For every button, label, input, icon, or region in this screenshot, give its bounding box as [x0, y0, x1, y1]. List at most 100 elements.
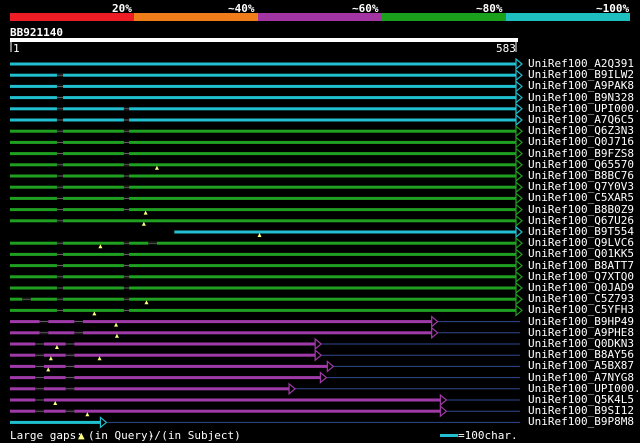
hit-row[interactable]	[10, 416, 520, 429]
hit-arrow-icon	[515, 147, 523, 160]
query-gap-marker-icon	[154, 165, 159, 170]
hit-alignment-bar	[10, 420, 101, 424]
query-bar	[10, 38, 518, 42]
hit-label[interactable]: UniRef100_B9HP49	[528, 316, 634, 327]
hit-label[interactable]: UniRef100_B9N328	[528, 92, 634, 103]
query-gap-marker-icon	[46, 367, 51, 372]
legend-scale-label: =100char.	[458, 429, 518, 442]
hit-label[interactable]: UniRef100_B9P8M8	[528, 416, 634, 427]
hit-alignment-bar	[10, 107, 516, 111]
hit-row[interactable]	[10, 382, 520, 396]
hit-label[interactable]: UniRef100_B8ATT7	[528, 260, 634, 271]
hit-row[interactable]	[10, 348, 520, 362]
hit-alignment-bar	[10, 331, 432, 335]
query-gap-marker-icon	[144, 300, 149, 305]
hit-row[interactable]	[10, 136, 523, 149]
query-gap-marker-icon	[97, 356, 102, 361]
hit-label[interactable]: UniRef100_B9FZS8	[528, 148, 634, 159]
hit-arrow-icon	[314, 337, 323, 351]
hit-alignment-bar	[10, 219, 516, 223]
hit-alignment-bar	[10, 196, 516, 200]
hit-row[interactable]	[10, 180, 523, 194]
hit-arrow-icon	[515, 169, 523, 183]
hit-label[interactable]: UniRef100_A7NYG8	[528, 372, 634, 383]
hit-alignment-bar	[10, 152, 516, 156]
hit-label[interactable]: UniRef100_Q01KK5	[528, 248, 634, 259]
hit-alignment-bar	[10, 387, 290, 391]
hit-row[interactable]	[10, 393, 520, 407]
hit-row[interactable]	[10, 304, 523, 317]
hit-label[interactable]: UniRef100_A5BX87	[528, 360, 634, 371]
hit-row[interactable]	[174, 225, 523, 239]
hit-row[interactable]	[10, 68, 523, 82]
hit-arrow-icon	[515, 292, 523, 306]
hit-arrow-icon	[431, 326, 439, 340]
hit-label[interactable]: UniRef100_B8B0Z9	[528, 204, 634, 215]
hit-alignment-bar	[10, 208, 516, 212]
hit-row[interactable]	[10, 337, 520, 351]
hit-row[interactable]	[10, 281, 523, 295]
hit-label[interactable]: UniRef100_C5XAR5	[528, 192, 634, 203]
hit-arrow-icon	[515, 102, 523, 116]
query-gap-marker-icon	[85, 412, 90, 417]
hit-row[interactable]	[10, 158, 523, 172]
query-gap-marker-icon	[114, 322, 119, 327]
hit-row[interactable]	[10, 102, 523, 116]
hit-arrow-icon	[515, 248, 523, 261]
hit-alignment-bar	[10, 73, 516, 77]
hit-alignment-bar	[10, 84, 516, 88]
hit-row[interactable]	[10, 91, 523, 104]
hit-arrow-icon	[515, 192, 523, 205]
hit-row[interactable]	[10, 404, 520, 418]
hit-row[interactable]	[10, 147, 523, 160]
hit-row[interactable]	[10, 113, 523, 127]
hit-row[interactable]	[10, 214, 523, 228]
hit-label[interactable]: UniRef100_C5YFH3	[528, 304, 634, 315]
hit-alignment-bar	[10, 118, 516, 122]
hit-alignment-bar	[10, 308, 516, 312]
hit-alignment-bar	[10, 96, 516, 100]
hit-alignment-bar	[10, 275, 516, 279]
hit-label[interactable]: UniRef100_Q0J716	[528, 136, 634, 147]
hit-row[interactable]	[10, 248, 523, 261]
hit-alignment-bar	[10, 364, 328, 368]
hit-arrow-icon	[515, 124, 523, 138]
hit-row[interactable]	[10, 371, 520, 384]
blast-graphic-overview: 20% ~40% ~60% ~80% ~100% BB921140 1 583 …	[0, 0, 640, 443]
hit-arrow-icon	[515, 270, 523, 284]
hit-row[interactable]	[10, 169, 523, 183]
hit-row[interactable]	[10, 124, 523, 138]
hit-arrow-icon	[515, 259, 523, 272]
hit-row[interactable]	[10, 236, 523, 250]
hit-arrow-icon	[431, 315, 439, 328]
hit-label[interactable]: UniRef100_A9PAK8	[528, 80, 634, 91]
hit-alignment-bar	[174, 230, 516, 234]
hit-alignment-bar	[10, 241, 516, 245]
hit-alignment-bar	[10, 129, 516, 133]
hit-arrow-icon	[515, 180, 523, 194]
hit-arrow-icon	[326, 360, 335, 373]
hit-row[interactable]	[10, 80, 523, 93]
hit-alignment-bar	[10, 320, 432, 324]
hit-row[interactable]	[10, 259, 523, 272]
query-gap-marker-icon	[98, 244, 103, 249]
hit-row[interactable]	[10, 292, 523, 306]
hit-row[interactable]	[10, 360, 520, 373]
hit-arrow-icon	[515, 136, 523, 149]
query-gap-marker-icon	[92, 311, 97, 316]
hit-alignment-bar	[10, 264, 516, 268]
hit-arrow-icon	[515, 304, 523, 317]
hit-row[interactable]	[10, 270, 523, 284]
hit-arrow-icon	[319, 371, 328, 384]
hit-row[interactable]	[10, 57, 523, 71]
hit-alignment-bar	[10, 252, 516, 256]
hit-row[interactable]	[10, 315, 520, 328]
hit-alignment-bar	[10, 376, 321, 380]
query-gap-marker-icon	[54, 345, 59, 349]
hit-row[interactable]	[10, 326, 520, 340]
hit-alignment-bar	[10, 409, 441, 413]
hit-row[interactable]	[10, 203, 523, 216]
hit-arrow-icon	[515, 113, 523, 127]
hit-row[interactable]	[10, 192, 523, 205]
hit-alignment-bar	[10, 140, 516, 144]
